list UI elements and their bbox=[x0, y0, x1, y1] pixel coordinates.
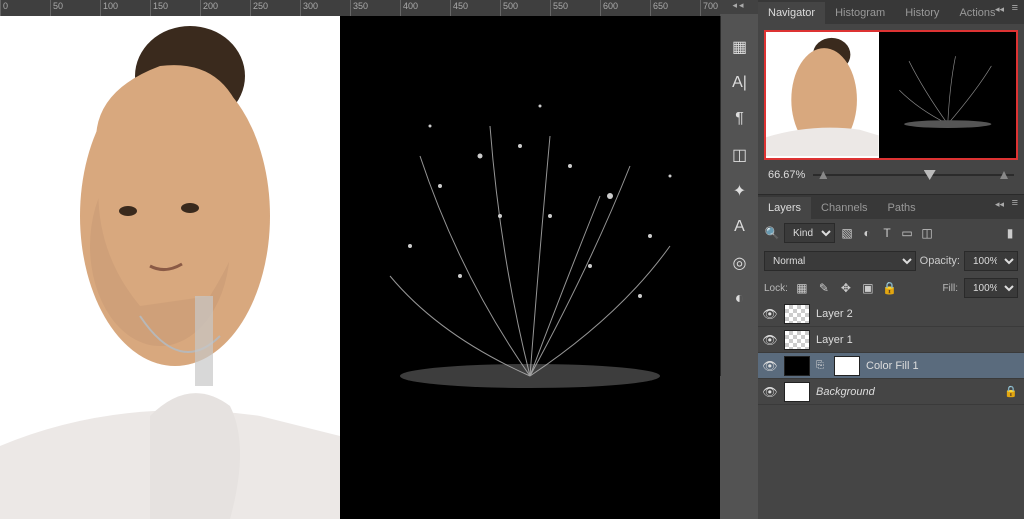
tab-histogram[interactable]: Histogram bbox=[825, 2, 895, 24]
filter-toggle-icon[interactable]: ▮ bbox=[1002, 225, 1018, 241]
layer-thumb[interactable] bbox=[784, 382, 810, 402]
layer-name[interactable]: Layer 2 bbox=[816, 308, 853, 320]
blend-mode-select[interactable]: Normal bbox=[764, 251, 916, 271]
layer-row[interactable]: 👁 ⎘ Color Fill 1 bbox=[758, 353, 1024, 379]
canvas-area[interactable] bbox=[0, 16, 720, 519]
filter-type-icon[interactable]: T bbox=[879, 225, 895, 241]
filter-pixel-icon[interactable]: ▧ bbox=[839, 225, 855, 241]
collapse-icon[interactable]: ◂◂ bbox=[995, 199, 1004, 210]
search-icon[interactable]: 🔍 bbox=[764, 225, 780, 241]
opacity-select[interactable]: 100% bbox=[964, 251, 1018, 271]
document-splash[interactable] bbox=[340, 16, 720, 519]
tab-history[interactable]: History bbox=[895, 2, 949, 24]
fill-select[interactable]: 100% bbox=[964, 278, 1018, 298]
lock-fill-row: Lock: ▦ ✎ ✥ ▣ 🔒 Fill: 100% bbox=[758, 275, 1024, 301]
glyphs-icon[interactable]: A bbox=[729, 216, 751, 238]
properties-icon[interactable]: ▦ bbox=[729, 36, 751, 58]
layers-tabs: LayersChannelsPaths ◂◂ ≡ bbox=[758, 195, 1024, 219]
panel-collapse-handle[interactable]: ◂◂ bbox=[720, 0, 758, 14]
tab-channels[interactable]: Channels bbox=[811, 197, 877, 219]
layers-panel: LayersChannelsPaths ◂◂ ≡ 🔍 Kind ▧ ◐ T ▭ ◫… bbox=[758, 194, 1024, 519]
filter-adjust-icon[interactable]: ◐ bbox=[859, 225, 875, 241]
zoom-slider[interactable] bbox=[813, 168, 1014, 182]
lock-position-icon[interactable]: ✥ bbox=[838, 280, 854, 296]
portrait-image bbox=[0, 16, 340, 519]
tab-navigator[interactable]: Navigator bbox=[758, 2, 825, 24]
visibility-icon[interactable]: 👁 bbox=[762, 359, 778, 373]
visibility-icon[interactable]: 👁 bbox=[762, 307, 778, 321]
link-icon[interactable]: ⎘ bbox=[816, 360, 826, 371]
libraries-icon[interactable]: ◎ bbox=[729, 252, 751, 274]
navigator-tabs: NavigatorHistogramHistoryActions◂◂ ≡ bbox=[758, 0, 1024, 24]
navigator-thumbnail[interactable] bbox=[764, 30, 1018, 160]
settings-icon[interactable]: ✦ bbox=[729, 180, 751, 202]
paragraph-icon[interactable]: ¶ bbox=[729, 108, 751, 130]
document-portrait[interactable] bbox=[0, 16, 340, 519]
navigator-zoom-row: 66.67% bbox=[764, 166, 1018, 184]
horizontal-ruler: 0501001502002503003504004505005506006507… bbox=[0, 0, 720, 16]
layer-name[interactable]: Background bbox=[816, 386, 875, 398]
panel-menu-icon[interactable]: ≡ bbox=[1012, 2, 1020, 14]
navigator-panel: 66.67% bbox=[758, 24, 1024, 190]
visibility-icon[interactable]: 👁 bbox=[762, 333, 778, 347]
visibility-icon[interactable]: 👁 bbox=[762, 385, 778, 399]
layer-name[interactable]: Layer 1 bbox=[816, 334, 853, 346]
lock-label: Lock: bbox=[764, 283, 788, 294]
layer-list: 👁 Layer 2 👁 Layer 1 👁 ⎘ Color Fill 1 👁 Backgroun… bbox=[758, 301, 1024, 519]
layer-thumb[interactable] bbox=[784, 330, 810, 350]
layer-name[interactable]: Color Fill 1 bbox=[866, 360, 919, 372]
splash-image bbox=[340, 16, 720, 519]
adjustments-icon[interactable]: ◐ bbox=[729, 288, 751, 310]
panel-dock: NavigatorHistogramHistoryActions◂◂ ≡ 66.… bbox=[758, 0, 1024, 519]
tab-paths[interactable]: Paths bbox=[878, 197, 926, 219]
panel-menu-icon[interactable]: ≡ bbox=[1012, 197, 1020, 209]
lock-brush-icon[interactable]: ✎ bbox=[816, 280, 832, 296]
lock-all-icon[interactable]: 🔒 bbox=[882, 280, 898, 296]
tab-layers[interactable]: Layers bbox=[758, 197, 811, 219]
lock-icon[interactable]: 🔒 bbox=[1004, 385, 1020, 398]
lock-artboard-icon[interactable]: ▣ bbox=[860, 280, 876, 296]
character-icon[interactable]: A| bbox=[729, 72, 751, 94]
layer-thumb[interactable] bbox=[784, 356, 810, 376]
opacity-label: Opacity: bbox=[920, 255, 960, 267]
filter-shape-icon[interactable]: ▭ bbox=[899, 225, 915, 241]
collapse-icon[interactable]: ◂◂ bbox=[995, 4, 1004, 15]
layer-thumb[interactable] bbox=[784, 304, 810, 324]
blend-opacity-row: Normal Opacity: 100% bbox=[758, 247, 1024, 275]
filter-kind-select[interactable]: Kind bbox=[784, 223, 835, 243]
fill-label: Fill: bbox=[942, 283, 958, 294]
layer-row[interactable]: 👁 Background 🔒 bbox=[758, 379, 1024, 405]
zoom-percent[interactable]: 66.67% bbox=[768, 169, 805, 181]
3d-icon[interactable]: ◫ bbox=[729, 144, 751, 166]
layer-filter-row: 🔍 Kind ▧ ◐ T ▭ ◫ ▮ bbox=[758, 219, 1024, 247]
layer-row[interactable]: 👁 Layer 2 bbox=[758, 301, 1024, 327]
layer-mask-thumb[interactable] bbox=[834, 356, 860, 376]
collapsed-panel-strip: ▦ A| ¶ ◫ ✦ A ◎ ◐ bbox=[720, 16, 758, 376]
layer-row[interactable]: 👁 Layer 1 bbox=[758, 327, 1024, 353]
lock-transparent-icon[interactable]: ▦ bbox=[794, 280, 810, 296]
filter-smart-icon[interactable]: ◫ bbox=[919, 225, 935, 241]
